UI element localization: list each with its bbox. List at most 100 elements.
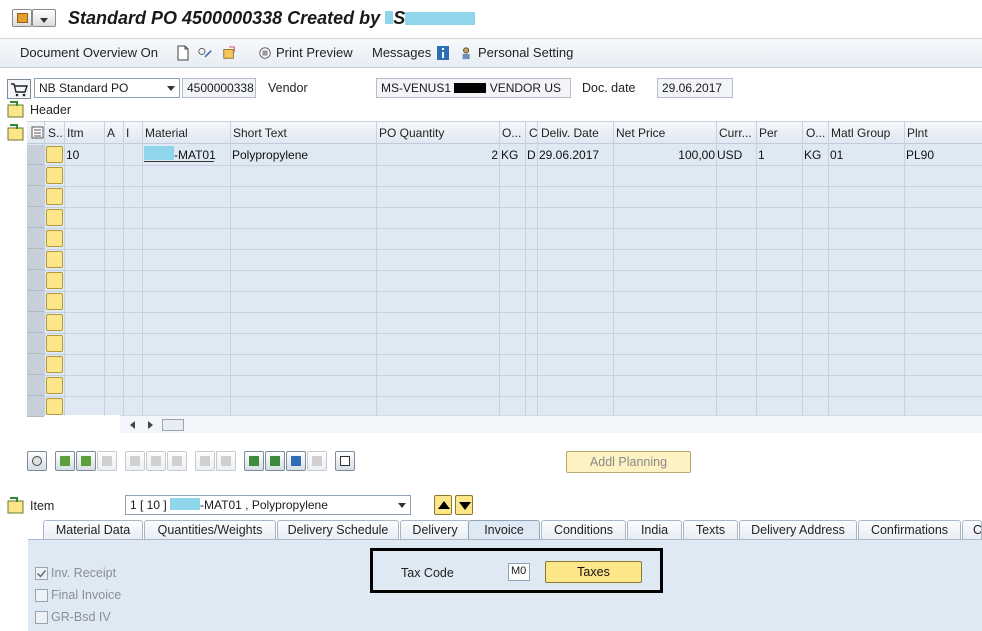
display-change-icon[interactable]	[198, 45, 212, 61]
addl-planning-button[interactable]: Addl Planning	[566, 451, 691, 473]
conditions-icon[interactable]	[216, 451, 236, 471]
col-short-text[interactable]: Short Text	[233, 126, 287, 140]
row-status-cell[interactable]	[46, 314, 63, 331]
vendor-field[interactable]: MS-VENUS1 VENDOR US	[376, 78, 571, 98]
sort-icon[interactable]	[244, 451, 264, 471]
po-number-field[interactable]: 4500000338	[182, 78, 256, 98]
new-document-icon[interactable]	[176, 45, 190, 61]
personal-setting-button[interactable]: Personal Setting	[478, 45, 573, 60]
row1-date-category[interactable]: D	[527, 148, 536, 162]
row-status-cell[interactable]	[46, 272, 63, 289]
tab-delivery-address[interactable]: Delivery Address	[739, 520, 857, 540]
row-selector[interactable]	[27, 397, 44, 417]
tab-material-data[interactable]: Material Data	[43, 520, 143, 540]
row-selector[interactable]	[27, 208, 44, 228]
row-status-cell[interactable]	[46, 377, 63, 394]
row1-order-unit[interactable]: KG	[804, 148, 821, 162]
doc-date-field[interactable]: 29.06.2017	[657, 78, 733, 98]
col-po-quantity[interactable]: PO Quantity	[379, 126, 444, 140]
row1-delivery-date[interactable]: 29.06.2017	[539, 148, 599, 162]
help-info-icon[interactable]	[436, 45, 450, 61]
deselect-all-icon[interactable]	[97, 451, 117, 471]
row1-material[interactable]: -MAT01	[144, 146, 216, 162]
row1-net-price[interactable]: 100,00	[615, 148, 715, 162]
row-status-cell[interactable]	[46, 188, 63, 205]
col-currency[interactable]: Curr...	[719, 126, 752, 140]
col-item[interactable]: Itm	[67, 126, 84, 140]
select-all-icon[interactable]	[55, 451, 75, 471]
messages-button[interactable]: Messages	[372, 45, 431, 60]
row1-item[interactable]: 10	[66, 148, 79, 162]
print-preview-button[interactable]: Print Preview	[276, 45, 353, 60]
row-status-cell[interactable]	[46, 293, 63, 310]
row-selector[interactable]	[27, 292, 44, 312]
row-selector[interactable]	[27, 334, 44, 354]
po-type-select[interactable]: NB Standard PO	[34, 78, 180, 98]
unlock-icon[interactable]	[167, 451, 187, 471]
row-selector[interactable]	[27, 187, 44, 207]
remove-filter-icon[interactable]	[307, 451, 327, 471]
scroll-left-icon[interactable]	[130, 421, 135, 429]
row-status-cell[interactable]	[46, 251, 63, 268]
col-delivery-date[interactable]: Deliv. Date	[541, 126, 599, 140]
transaction-icon[interactable]	[12, 9, 32, 27]
default-values-icon[interactable]	[335, 451, 355, 471]
scroll-right-icon[interactable]	[148, 421, 153, 429]
row-selector[interactable]	[27, 355, 44, 375]
row-selector[interactable]	[27, 250, 44, 270]
row1-currency[interactable]: USD	[717, 148, 742, 162]
tab-confirmations[interactable]: Confirmations	[858, 520, 961, 540]
row1-plant[interactable]: PL90	[906, 148, 934, 162]
row-selector[interactable]	[27, 376, 44, 396]
col-account-assignment[interactable]: A	[107, 126, 115, 140]
row-status-cell[interactable]	[46, 146, 63, 163]
table-horizontal-scroll[interactable]	[120, 415, 982, 433]
filter-icon[interactable]	[286, 451, 306, 471]
other-purchase-order-icon[interactable]	[222, 45, 236, 61]
tax-code-field[interactable]: M0	[508, 563, 530, 581]
shopping-cart-icon[interactable]	[7, 79, 31, 99]
final-invoice-checkbox[interactable]	[35, 589, 48, 602]
col-price-unit[interactable]: O...	[806, 126, 825, 140]
col-net-price[interactable]: Net Price	[616, 126, 665, 140]
row-selector[interactable]	[27, 271, 44, 291]
tab-more[interactable]: Co	[962, 520, 982, 540]
document-overview-button[interactable]: Document Overview On	[20, 45, 158, 60]
row1-per[interactable]: 1	[758, 148, 765, 162]
tab-texts[interactable]: Texts	[683, 520, 738, 540]
copy-icon[interactable]	[195, 451, 215, 471]
row-status-cell[interactable]	[46, 335, 63, 352]
col-material-group[interactable]: Matl Group	[831, 126, 890, 140]
previous-item-button[interactable]	[434, 495, 452, 515]
details-icon[interactable]	[27, 451, 47, 471]
row-status-cell[interactable]	[46, 209, 63, 226]
col-item-category[interactable]: I	[126, 126, 129, 140]
tab-conditions[interactable]: Conditions	[541, 520, 626, 540]
scroll-thumb[interactable]	[162, 419, 184, 431]
row1-short-text[interactable]: Polypropylene	[232, 148, 308, 162]
row-status-cell[interactable]	[46, 356, 63, 373]
row1-unit[interactable]: KG	[501, 148, 518, 162]
col-plant[interactable]: Plnt	[907, 126, 928, 140]
row-status-cell[interactable]	[46, 398, 63, 415]
row-selector[interactable]	[27, 313, 44, 333]
row-selector[interactable]	[27, 166, 44, 186]
tab-delivery-schedule[interactable]: Delivery Schedule	[277, 520, 399, 540]
sort-descending-icon[interactable]	[265, 451, 285, 471]
row-status-cell[interactable]	[46, 167, 63, 184]
row1-matl-group[interactable]: 01	[830, 148, 843, 162]
col-material[interactable]: Material	[145, 126, 188, 140]
lock-icon[interactable]	[146, 451, 166, 471]
inv-receipt-checkbox[interactable]	[35, 567, 48, 580]
tab-delivery[interactable]: Delivery	[400, 520, 470, 540]
row1-quantity[interactable]: 2	[377, 148, 498, 162]
col-order-unit[interactable]: O...	[502, 126, 521, 140]
taxes-button[interactable]: Taxes	[545, 561, 642, 583]
row-status-cell[interactable]	[46, 230, 63, 247]
gr-bsd-iv-checkbox[interactable]	[35, 611, 48, 624]
header-label[interactable]: Header	[30, 103, 71, 117]
tab-invoice[interactable]: Invoice	[468, 520, 540, 540]
collapse-item-detail-icon[interactable]	[7, 497, 25, 515]
tab-quantities-weights[interactable]: Quantities/Weights	[144, 520, 276, 540]
row-selector[interactable]	[27, 145, 44, 165]
